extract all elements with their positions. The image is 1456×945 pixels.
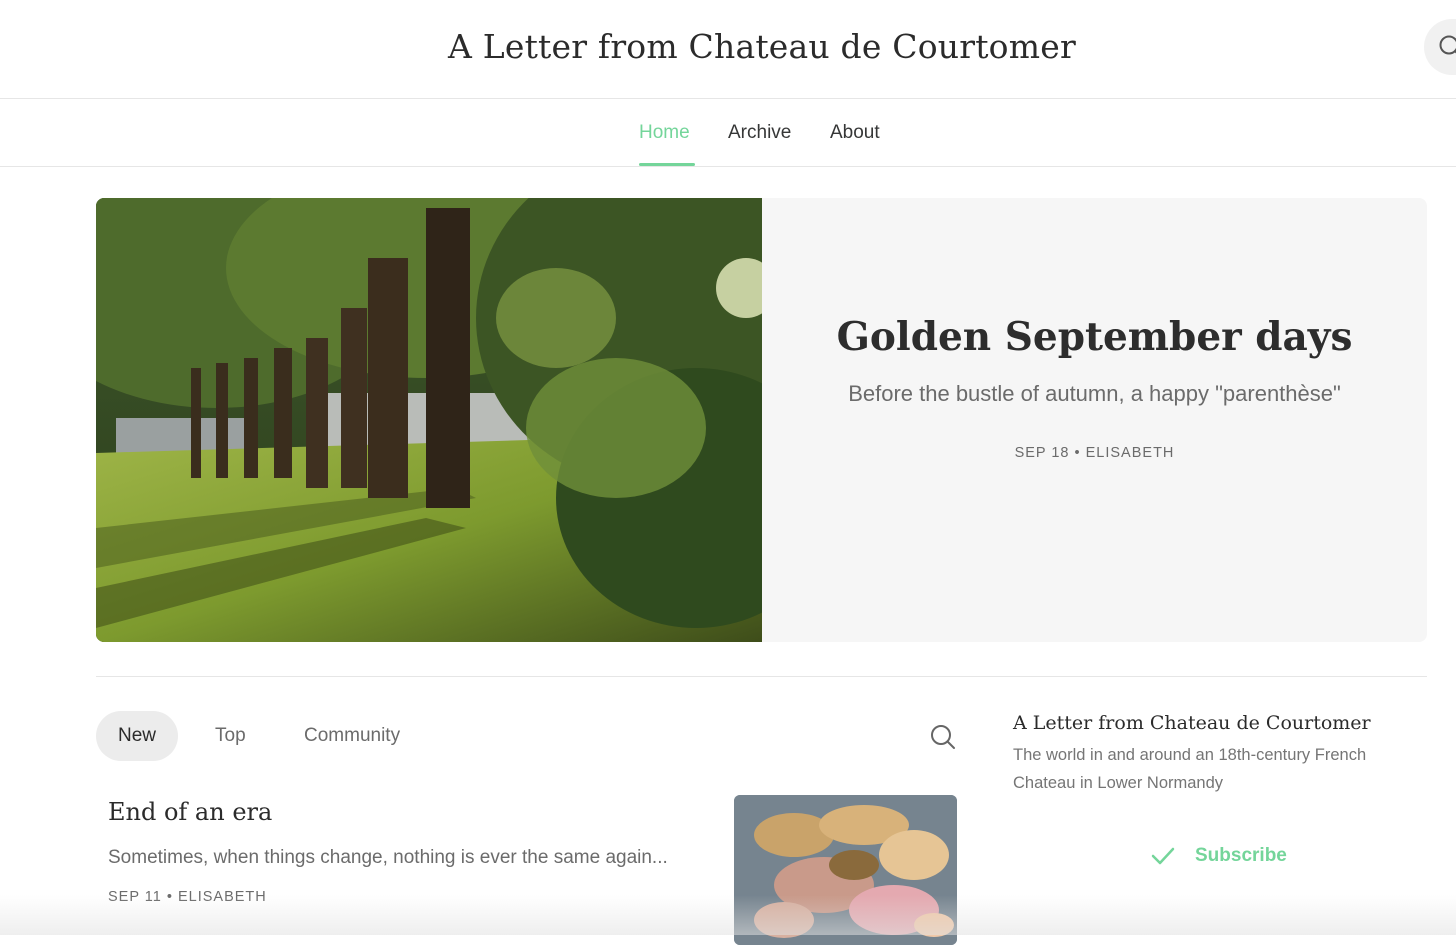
subscribe-label: Subscribe bbox=[1195, 845, 1287, 867]
feed-tab-community[interactable]: Community bbox=[304, 711, 400, 761]
featured-post-image[interactable] bbox=[96, 198, 762, 642]
search-icon bbox=[929, 723, 957, 751]
feed-tab-new[interactable]: New bbox=[96, 711, 178, 761]
active-tab-indicator bbox=[639, 163, 695, 166]
featured-post-text[interactable]: Golden September days Before the bustle … bbox=[762, 198, 1427, 642]
sidebar-description: The world in and around an 18th-century … bbox=[1013, 741, 1413, 797]
post-subtitle: Sometimes, when things change, nothing i… bbox=[108, 847, 668, 869]
tab-archive[interactable]: Archive bbox=[728, 122, 791, 144]
featured-post-meta: SEP 18 • ELISABETH bbox=[762, 445, 1427, 461]
main-nav: Home Archive About bbox=[0, 99, 1456, 167]
post-thumbnail[interactable] bbox=[734, 795, 957, 945]
site-header: A Letter from Chateau de Courtomer bbox=[0, 0, 1456, 99]
featured-post-subtitle: Before the bustle of autumn, a happy "pa… bbox=[762, 381, 1427, 407]
sidebar-publication-title[interactable]: A Letter from Chateau de Courtomer bbox=[1013, 712, 1371, 734]
featured-post-title[interactable]: Golden September days bbox=[762, 314, 1427, 360]
check-icon bbox=[1150, 844, 1176, 868]
feed-search-button[interactable] bbox=[929, 723, 957, 756]
featured-post[interactable]: Golden September days Before the bustle … bbox=[96, 198, 1427, 642]
tab-home[interactable]: Home bbox=[639, 122, 690, 144]
feed-tab-top[interactable]: Top bbox=[215, 711, 246, 761]
tab-about[interactable]: About bbox=[830, 122, 880, 144]
section-divider bbox=[96, 676, 1427, 677]
search-icon bbox=[1438, 34, 1456, 62]
post-title[interactable]: End of an era bbox=[108, 798, 272, 826]
post-meta: SEP 11 • ELISABETH bbox=[108, 889, 267, 905]
site-title[interactable]: A Letter from Chateau de Courtomer bbox=[0, 27, 1456, 66]
